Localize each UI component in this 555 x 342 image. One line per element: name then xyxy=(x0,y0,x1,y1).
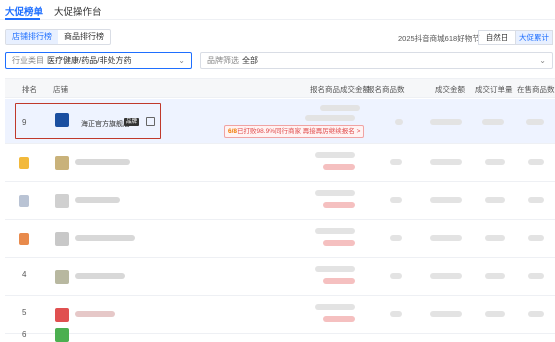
blurred-value xyxy=(323,240,355,246)
chevron-down-icon: ⌄ xyxy=(539,56,546,65)
industry-select-value: 医疗健康/药品/非处方药 xyxy=(47,56,132,65)
brand-select-label: 品牌筛选 xyxy=(207,56,239,65)
blurred-value xyxy=(430,235,462,241)
blurred-store-name xyxy=(75,159,130,165)
festival-label: 2025抖音商城618好物节 xyxy=(398,34,480,43)
blurred-value xyxy=(315,152,355,158)
header-orders: 成交订单量 xyxy=(475,85,513,94)
blurred-value xyxy=(390,159,402,165)
blurred-value xyxy=(528,311,544,317)
industry-select[interactable]: 行业类目 医疗健康/药品/非处方药 ⌄ xyxy=(5,52,192,69)
blurred-value xyxy=(528,197,544,203)
tip-prefix: 6/8 xyxy=(228,128,238,135)
bronze-medal-icon xyxy=(19,233,29,245)
blurred-value xyxy=(315,304,355,310)
table-row[interactable]: 6 xyxy=(5,328,555,342)
blurred-value xyxy=(528,159,544,165)
blurred-value xyxy=(485,311,505,317)
blurred-value xyxy=(323,164,355,170)
blurred-value xyxy=(485,159,505,165)
blurred-value xyxy=(485,235,505,241)
blurred-value xyxy=(430,311,462,317)
brand-select[interactable]: 品牌筛选 全部 ⌄ xyxy=(200,52,553,69)
store-logo xyxy=(55,270,69,284)
rank-value: 6 xyxy=(22,330,27,339)
store-logo xyxy=(55,156,69,170)
blurred-value xyxy=(323,202,355,208)
blurred-value xyxy=(315,190,355,196)
header-on-sale: 在售商品数 xyxy=(517,85,555,94)
chevron-down-icon: ⌄ xyxy=(178,56,185,65)
blurred-value xyxy=(526,119,544,125)
blurred-value xyxy=(528,235,544,241)
blurred-value xyxy=(390,197,402,203)
tab-product-rank[interactable]: 商品排行榜 xyxy=(58,30,110,44)
rank-value: 5 xyxy=(22,308,27,317)
blurred-value xyxy=(323,278,355,284)
blurred-value xyxy=(315,266,355,272)
industry-select-label: 行业类目 xyxy=(12,56,44,65)
blurred-value xyxy=(430,273,462,279)
silver-medal-icon xyxy=(19,195,29,207)
blurred-value xyxy=(528,273,544,279)
tab-store-rank[interactable]: 店铺排行榜 xyxy=(6,30,58,44)
blurred-store-name xyxy=(75,197,120,203)
blurred-value xyxy=(485,197,505,203)
blurred-value xyxy=(430,119,462,125)
tab-promo-rank[interactable]: 大促榜单 xyxy=(5,4,43,18)
promo-cumulative-button[interactable]: 大促累计 xyxy=(515,30,553,45)
table-row[interactable]: 5 xyxy=(5,296,555,334)
blurred-store-name xyxy=(75,311,115,317)
blurred-store-name xyxy=(75,235,135,241)
rank-value: 4 xyxy=(22,270,27,279)
table-row[interactable]: 4 xyxy=(5,258,555,296)
blurred-value xyxy=(323,316,355,322)
store-logo xyxy=(55,328,69,342)
gold-medal-icon xyxy=(19,157,29,169)
header-signup-count: 报名商品数 xyxy=(367,85,405,94)
table-header: 排名 店铺 报名商品成交金额 报名商品数 成交金额 成交订单量 在售商品数 xyxy=(5,78,555,98)
blurred-value xyxy=(395,119,403,125)
blurred-value xyxy=(482,119,504,125)
blurred-value xyxy=(305,115,355,121)
blurred-value xyxy=(430,159,462,165)
table-row[interactable] xyxy=(5,144,555,182)
header-rank: 排名 xyxy=(22,85,37,94)
rank-tip[interactable]: 6/8已打败98.9%同行商家 再接再厉继续报名 > xyxy=(224,125,365,138)
natural-day-button[interactable]: 自然日 xyxy=(478,30,516,45)
blurred-value xyxy=(390,311,402,317)
store-logo xyxy=(55,194,69,208)
store-logo xyxy=(55,308,69,322)
header-store: 店铺 xyxy=(53,85,68,94)
blurred-value xyxy=(430,197,462,203)
blurred-value xyxy=(390,235,402,241)
blurred-value xyxy=(315,228,355,234)
blurred-value xyxy=(320,105,360,111)
top-navigation: 大促榜单 大促操作台 xyxy=(0,0,555,20)
blurred-store-name xyxy=(75,273,125,279)
active-tab-underline xyxy=(5,18,40,20)
store-logo xyxy=(55,232,69,246)
rank-type-switch: 店铺排行榜 商品排行榜 xyxy=(5,29,111,45)
blurred-value xyxy=(390,273,402,279)
header-gmv: 成交金额 xyxy=(435,85,465,94)
blurred-value xyxy=(485,273,505,279)
highlight-box xyxy=(15,103,161,139)
table-row[interactable] xyxy=(5,182,555,220)
tip-text: 已打败98.9%同行商家 再接再厉继续报名 > xyxy=(237,128,361,135)
tab-promo-ops[interactable]: 大促操作台 xyxy=(54,4,102,18)
table-row[interactable] xyxy=(5,220,555,258)
brand-select-value: 全部 xyxy=(242,56,258,65)
header-signup-gmv: 报名商品成交金额 xyxy=(310,85,370,94)
